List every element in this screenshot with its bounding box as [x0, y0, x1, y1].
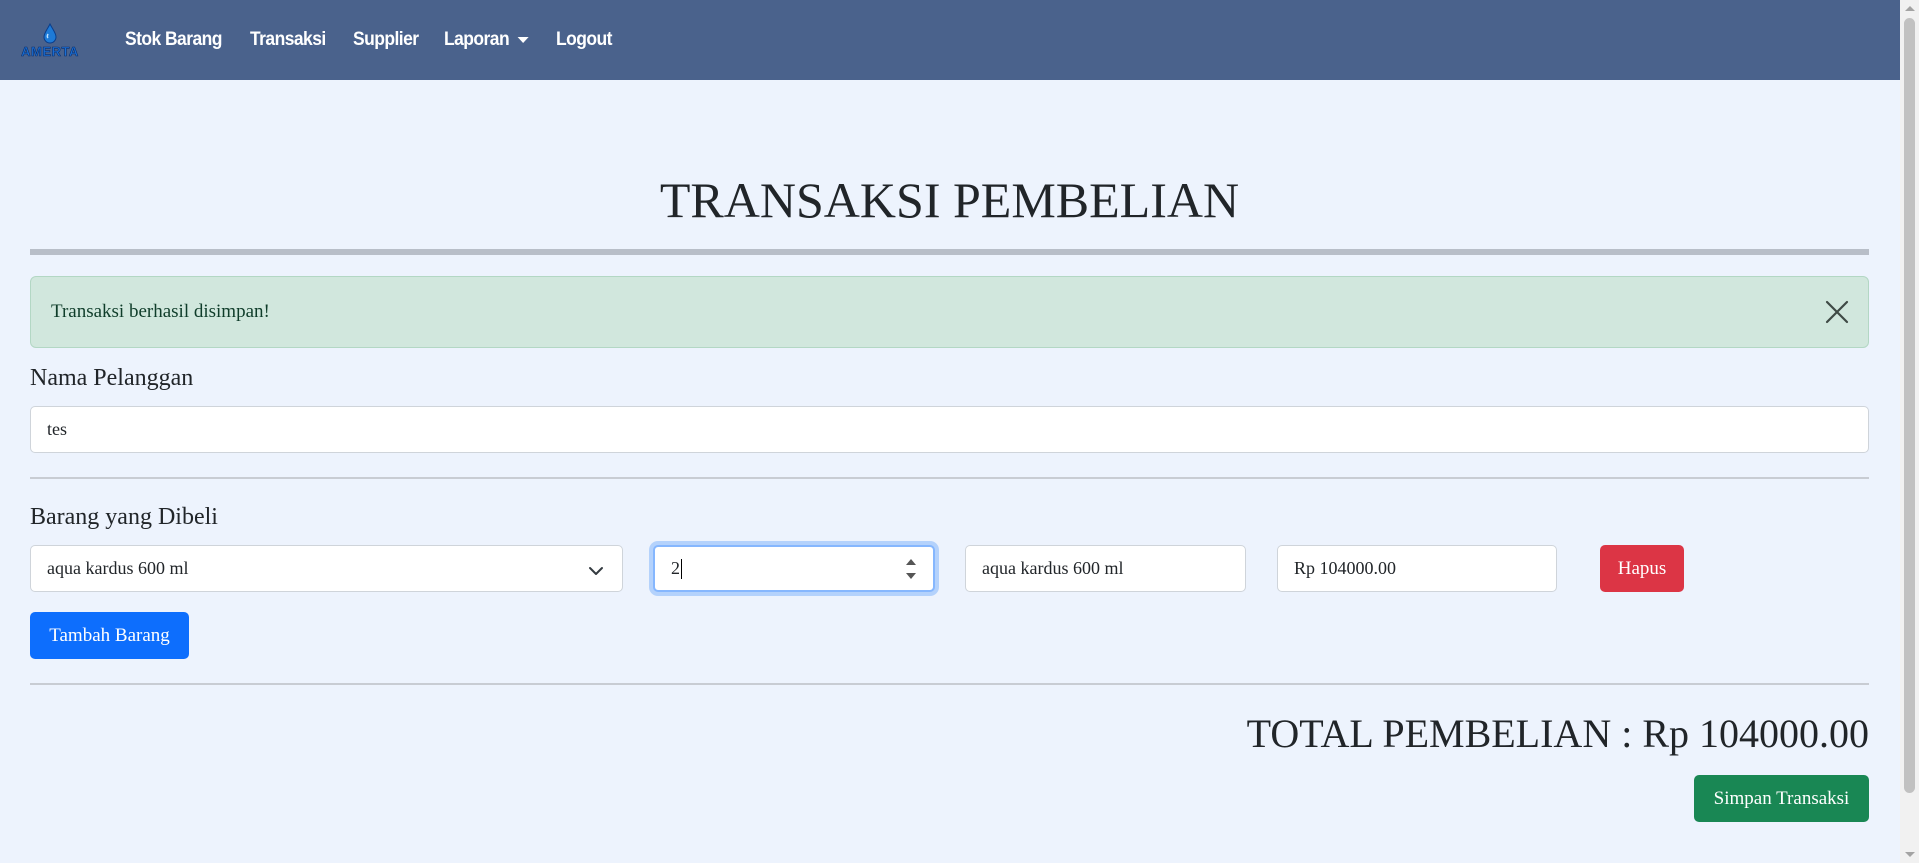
page-title: TRANSAKSI PEMBELIAN [659, 172, 1240, 228]
nav-transaksi[interactable]: Transaksi [250, 29, 326, 51]
nav-links: Stok Barang Transaksi Supplier Laporan L… [125, 0, 636, 80]
save-transaction-label: Simpan Transaksi [1713, 787, 1850, 809]
delete-item-label: Hapus [1617, 557, 1667, 579]
customer-name-label: Nama Pelanggan [30, 365, 194, 391]
quantity-value: 2 [671, 558, 680, 578]
alert-message: Transaksi berhasil disimpan! [51, 301, 270, 322]
nav-laporan-dropdown[interactable]: Laporan [443, 29, 529, 51]
page-scrollbar[interactable] [1900, 0, 1919, 863]
item-name-field[interactable]: aqua kardus 600 ml [965, 545, 1246, 592]
brand-logo[interactable]: AMERTA [14, 22, 86, 60]
section-divider [30, 477, 1869, 479]
total-divider [30, 683, 1869, 685]
add-item-label: Tambah Barang [49, 624, 170, 646]
nav-supplier[interactable]: Supplier [353, 29, 419, 51]
item-select[interactable]: aqua kardus 600 ml [30, 545, 623, 592]
scroll-down-icon[interactable] [1905, 852, 1915, 857]
chevron-down-icon [588, 562, 604, 576]
scroll-thumb[interactable] [1904, 18, 1915, 793]
text-cursor [681, 558, 682, 579]
item-select-value: aqua kardus 600 ml [47, 558, 189, 578]
save-transaction-button[interactable]: Simpan Transaksi [1694, 775, 1869, 822]
subtotal-field[interactable]: Rp 104000.00 [1277, 545, 1557, 592]
scroll-up-icon[interactable] [1905, 6, 1915, 11]
customer-name-input[interactable]: tes [30, 406, 1869, 453]
close-icon[interactable] [1824, 299, 1850, 325]
item-name-value: aqua kardus 600 ml [982, 558, 1124, 578]
navbar: AMERTA Stok Barang Transaksi Supplier La… [0, 0, 1900, 80]
stepper-down-icon[interactable] [906, 573, 916, 579]
nav-laporan-label: Laporan [443, 29, 510, 50]
title-divider [30, 249, 1869, 255]
success-alert: Transaksi berhasil disimpan! [30, 276, 1869, 348]
caret-down-icon [517, 37, 529, 43]
delete-item-button[interactable]: Hapus [1600, 545, 1684, 592]
nav-stok-barang[interactable]: Stok Barang [125, 29, 222, 51]
total-purchase: TOTAL PEMBELIAN : Rp 104000.00 [1246, 711, 1869, 756]
stepper-up-icon[interactable] [906, 559, 916, 565]
customer-name-value: tes [47, 419, 67, 439]
quantity-input[interactable]: 2 [653, 545, 935, 592]
nav-logout[interactable]: Logout [556, 29, 612, 51]
add-item-button[interactable]: Tambah Barang [30, 612, 189, 659]
subtotal-value: Rp 104000.00 [1294, 558, 1397, 578]
items-label: Barang yang Dibeli [30, 504, 218, 530]
svg-text:AMERTA: AMERTA [21, 44, 79, 59]
quantity-stepper[interactable] [905, 556, 917, 582]
